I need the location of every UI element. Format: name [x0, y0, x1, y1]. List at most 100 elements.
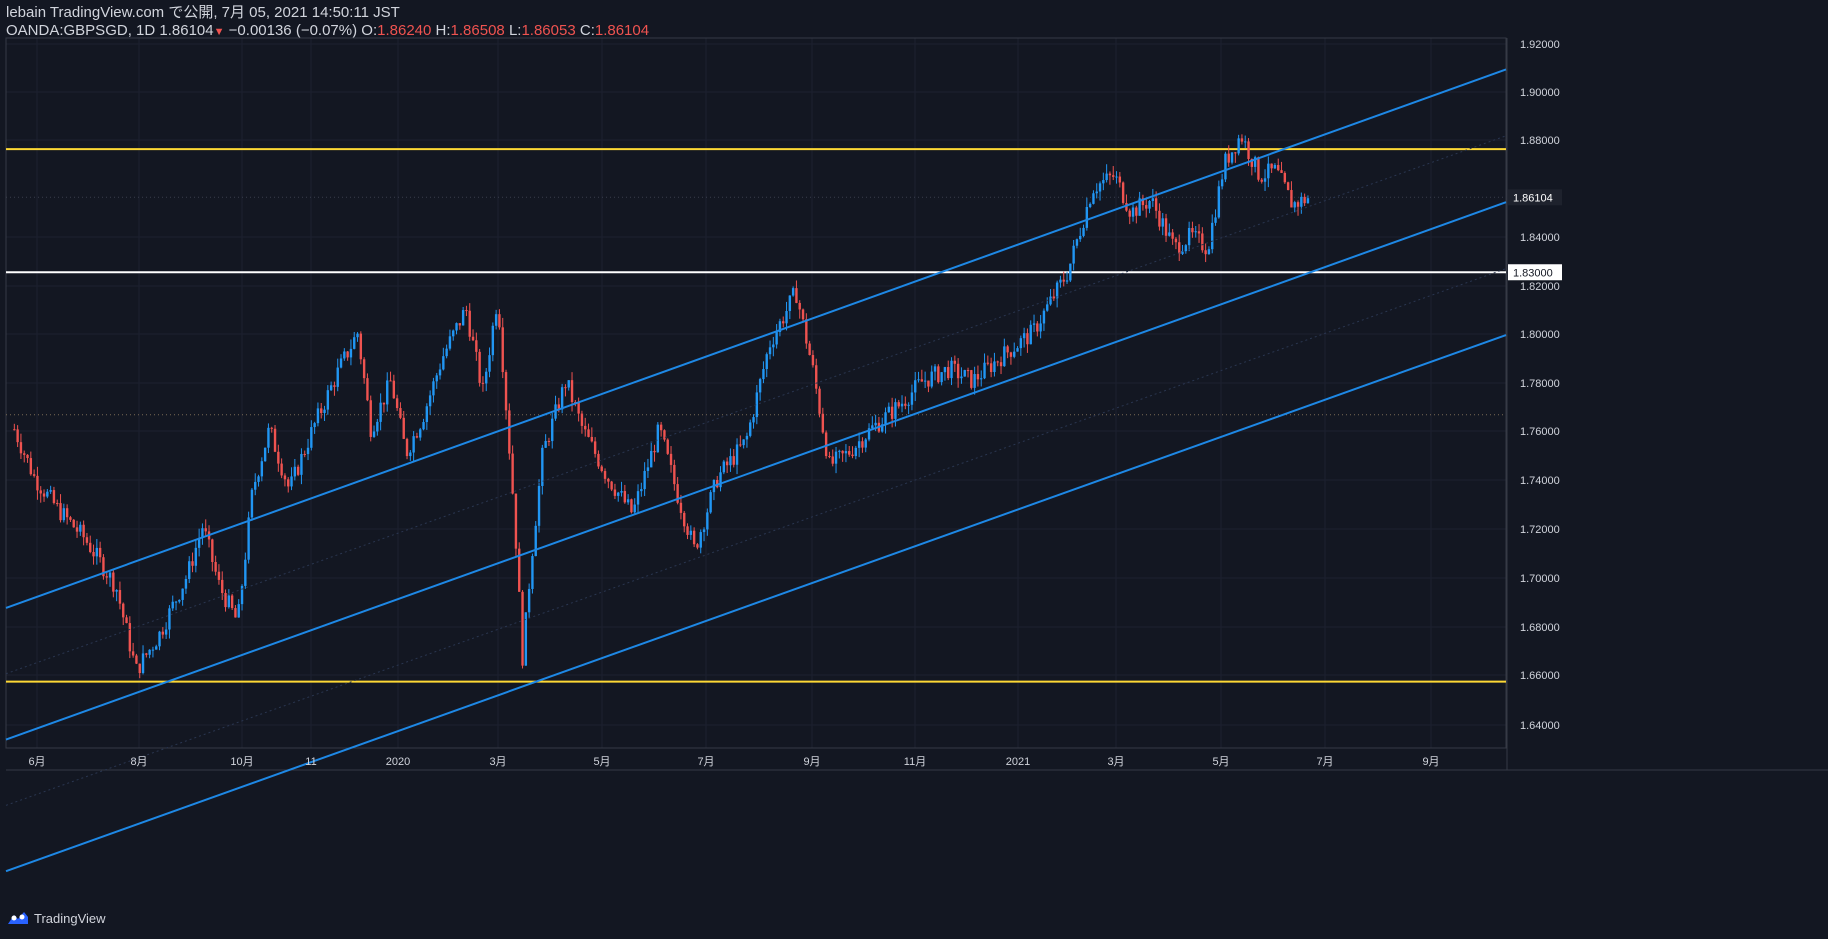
candle-body	[290, 476, 293, 487]
candle-body	[1214, 217, 1217, 223]
candle-body	[415, 436, 419, 438]
candle-body	[600, 466, 603, 472]
candle-body	[788, 295, 792, 312]
candle-body	[1290, 190, 1293, 208]
price-chart[interactable]: 1.92000 1.90000 1.88000 1.84000 1.82000 1.800…	[0, 0, 1828, 939]
candle-body	[389, 380, 392, 382]
footer-brand[interactable]: TradingView	[6, 910, 106, 926]
candle-body	[366, 378, 369, 401]
candle-body	[125, 617, 128, 624]
y-tick-label: 1.78000	[1520, 378, 1560, 390]
candle-body	[527, 588, 531, 613]
candle-body	[273, 428, 277, 452]
candle-body	[346, 351, 349, 358]
candle-body	[376, 421, 379, 432]
candle-body	[722, 461, 726, 473]
candle-body	[1257, 157, 1260, 180]
candle-body	[729, 456, 732, 466]
candle-body	[1055, 282, 1059, 299]
candle-body	[590, 436, 594, 442]
candle-body	[353, 337, 356, 349]
candle-body	[1016, 348, 1019, 352]
candle-body	[1227, 153, 1230, 163]
candle-body	[1065, 280, 1069, 282]
candle-body	[514, 493, 518, 549]
candle-body	[244, 559, 247, 586]
y-tick-label: 1.82000	[1520, 281, 1560, 293]
candle-body	[544, 440, 547, 448]
candle-body	[1194, 231, 1197, 233]
candle-body	[1174, 238, 1178, 243]
x-tick-label: 3月	[489, 756, 506, 768]
candle-body	[821, 413, 825, 433]
candle-body	[534, 525, 537, 557]
candle-body	[1046, 304, 1049, 311]
y-tick-label: 1.76000	[1520, 426, 1560, 438]
x-tick-label: 9月	[1422, 756, 1439, 768]
candle-body	[923, 380, 927, 382]
candle-body	[1059, 279, 1062, 283]
x-tick-label: 11	[305, 756, 316, 768]
candle-body	[1154, 198, 1158, 211]
candle-body	[782, 321, 785, 324]
candle-body	[709, 492, 712, 513]
candle-body	[481, 382, 485, 384]
candle-body	[1108, 173, 1112, 176]
channel-lines[interactable]	[5, 68, 1507, 873]
candle-body	[1237, 138, 1240, 154]
candles	[13, 134, 1310, 679]
candle-body	[593, 441, 597, 454]
candle-body	[1072, 245, 1075, 264]
candle-body	[32, 474, 36, 476]
candle-body	[970, 370, 973, 388]
candle-body	[848, 451, 851, 455]
candle-body	[1052, 296, 1056, 299]
candle-body	[613, 489, 617, 496]
candle-body	[287, 479, 290, 487]
candle-body	[854, 447, 858, 457]
candle-body	[1306, 198, 1310, 204]
candle-body	[735, 444, 739, 465]
candle-body	[617, 492, 620, 496]
candle-body	[405, 438, 409, 457]
candle-body	[1135, 207, 1138, 216]
candle-body	[844, 451, 848, 454]
x-tick-label: 9月	[803, 756, 820, 768]
candle-body	[752, 417, 755, 423]
candle-body	[329, 385, 333, 391]
candle-body	[1049, 296, 1052, 305]
candle-body	[663, 430, 666, 440]
candle-body	[1148, 200, 1151, 209]
candle-body	[857, 441, 861, 448]
candle-body	[650, 450, 653, 468]
candle-body	[227, 595, 231, 608]
candle-body	[1019, 338, 1023, 349]
candle-body	[1115, 176, 1118, 178]
candle-body	[511, 453, 514, 494]
candle-body	[686, 526, 689, 535]
candle-body	[234, 608, 237, 618]
candle-body	[1009, 352, 1013, 357]
candle-body	[874, 422, 877, 426]
candle-body	[98, 547, 102, 558]
candle-body	[445, 348, 448, 357]
candle-body	[270, 427, 273, 429]
candle-body	[570, 380, 574, 402]
candle-body	[465, 310, 468, 312]
candle-body	[795, 288, 798, 303]
candle-body	[762, 369, 765, 380]
candle-body	[1151, 198, 1155, 201]
candle-body	[1234, 152, 1237, 154]
candle-body	[993, 361, 996, 373]
candle-body	[39, 490, 42, 494]
candle-body	[435, 375, 438, 382]
candle-body	[1283, 172, 1287, 183]
candle-body	[1201, 233, 1204, 251]
candle-body	[772, 344, 775, 348]
candle-body	[537, 485, 541, 526]
candle-body	[725, 461, 729, 466]
candle-body	[194, 547, 198, 566]
candle-body	[59, 503, 62, 521]
candle-body	[296, 466, 300, 475]
candle-body	[250, 489, 254, 518]
